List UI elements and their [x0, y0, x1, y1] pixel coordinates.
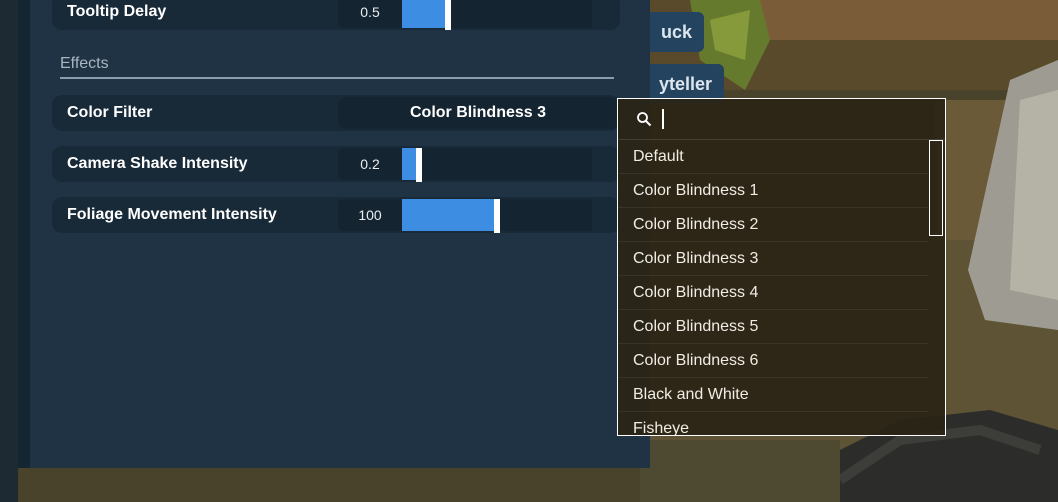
background-button-2-label: yteller — [658, 74, 712, 94]
dropdown-option[interactable]: Fisheye — [618, 412, 928, 435]
tooltip-delay-slider-fill — [402, 0, 448, 28]
foliage-movement-slider-handle[interactable] — [494, 199, 500, 233]
search-icon — [637, 112, 652, 127]
setting-row-tooltip-delay: Tooltip Delay 0.5 — [52, 0, 620, 30]
foliage-movement-value[interactable]: 100 — [338, 199, 402, 231]
dropdown-option[interactable]: Color Blindness 3 — [618, 242, 928, 276]
dropdown-options: Default Color Blindness 1 Color Blindnes… — [618, 140, 928, 435]
setting-row-color-filter: Color Filter Color Blindness 3 — [52, 95, 620, 131]
dropdown-option[interactable]: Color Blindness 4 — [618, 276, 928, 310]
color-filter-label: Color Filter — [67, 104, 153, 121]
foliage-movement-label: Foliage Movement Intensity — [67, 206, 277, 223]
camera-shake-value[interactable]: 0.2 — [338, 148, 402, 180]
section-divider — [60, 77, 614, 79]
dropdown-option[interactable]: Black and White — [618, 378, 928, 412]
color-filter-dropdown: Default Color Blindness 1 Color Blindnes… — [617, 98, 946, 436]
setting-row-foliage-movement: Foliage Movement Intensity 100 — [52, 197, 620, 233]
dropdown-option[interactable]: Color Blindness 5 — [618, 310, 928, 344]
background-button-1-label: uck — [660, 22, 692, 42]
foliage-movement-slider-fill — [402, 199, 497, 231]
search-caret — [662, 109, 664, 129]
dropdown-option[interactable]: Color Blindness 2 — [618, 208, 928, 242]
dropdown-scrollbar-thumb[interactable] — [929, 140, 943, 236]
dropdown-option[interactable]: Color Blindness 6 — [618, 344, 928, 378]
camera-shake-label: Camera Shake Intensity — [67, 155, 248, 172]
left-edge-strip — [0, 0, 18, 502]
dropdown-search-input[interactable] — [666, 107, 910, 133]
setting-row-camera-shake: Camera Shake Intensity 0.2 — [52, 146, 620, 182]
tooltip-delay-value[interactable]: 0.5 — [338, 0, 402, 28]
settings-panel — [18, 0, 650, 468]
dropdown-option[interactable]: Color Blindness 1 — [618, 174, 928, 208]
tooltip-delay-slider[interactable] — [402, 0, 592, 30]
tooltip-delay-label: Tooltip Delay — [67, 3, 167, 20]
section-title-effects: Effects — [60, 55, 109, 72]
camera-shake-slider-handle[interactable] — [416, 148, 422, 182]
dropdown-search-row — [618, 99, 945, 140]
foliage-movement-slider[interactable] — [402, 199, 592, 233]
tooltip-delay-slider-handle[interactable] — [445, 0, 451, 30]
color-filter-select[interactable]: Color Blindness 3 — [338, 97, 618, 129]
camera-shake-slider[interactable] — [402, 148, 592, 182]
dropdown-option[interactable]: Default — [618, 140, 928, 174]
